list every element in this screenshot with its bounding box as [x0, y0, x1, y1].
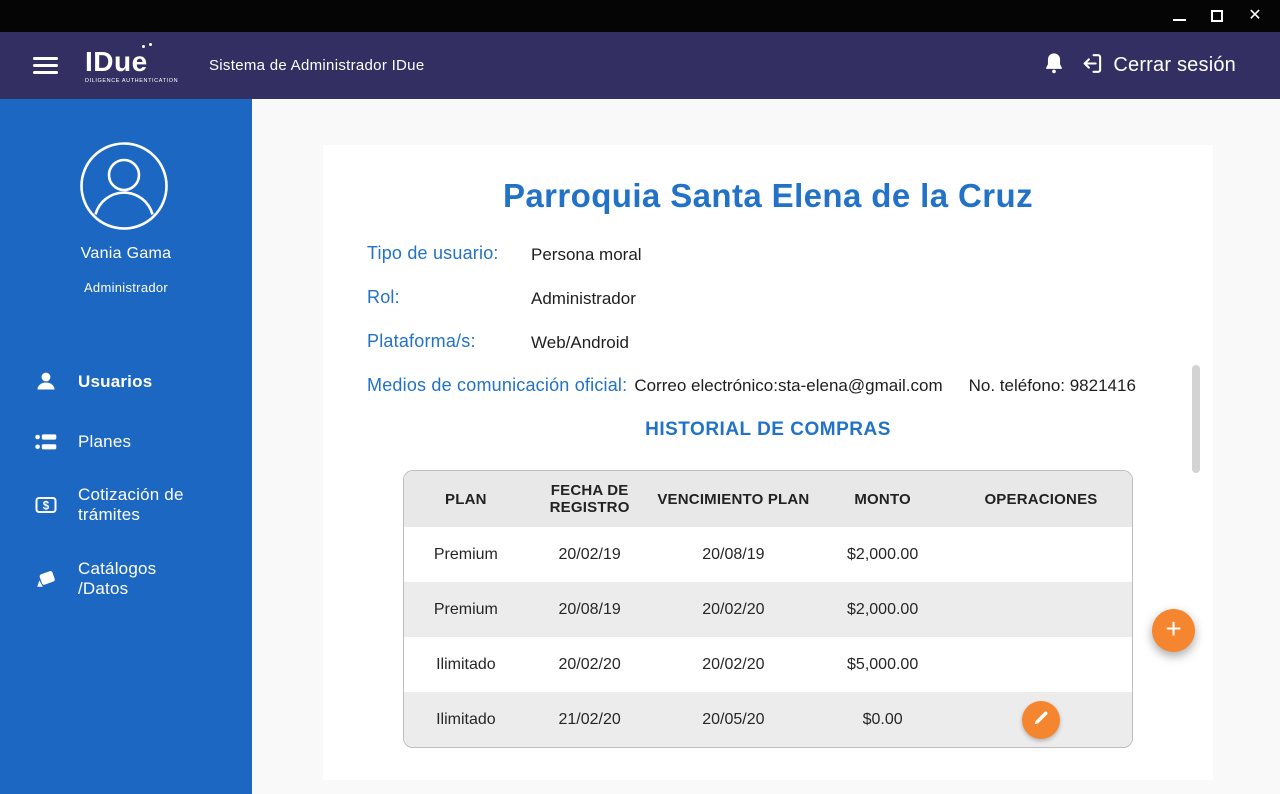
logout-label: Cerrar sesión	[1113, 54, 1236, 76]
svg-text:$: $	[43, 500, 50, 512]
detail-label: Rol:	[367, 287, 400, 307]
app-title: Sistema de Administrador IDue	[209, 57, 425, 74]
cell-registro: 20/02/20	[558, 655, 621, 673]
table-row: Premium 20/08/19 20/02/20 $2,000.00	[404, 582, 1132, 637]
detail-row-rol: Rol: Administrador	[323, 287, 1213, 313]
logout-icon	[1080, 51, 1105, 81]
logo-trademark-dot	[148, 42, 152, 46]
detail-value-email: Correo electrónico:sta-elena@gmail.com	[634, 376, 943, 395]
cell-operaciones	[950, 527, 1132, 582]
user-detail-card: Parroquia Santa Elena de la Cruz Tipo de…	[323, 145, 1213, 780]
sidebar-item-label: Planes	[78, 432, 132, 451]
table-header-row: PLAN FECHA DE REGISTRO VENCIMIENTO PLAN …	[404, 471, 1132, 527]
page-title: Parroquia Santa Elena de la Cruz	[503, 177, 1033, 214]
cell-operaciones	[950, 637, 1132, 692]
table-row: Ilimitado 21/02/20 20/05/20 $0.00	[404, 692, 1132, 747]
main-content: Parroquia Santa Elena de la Cruz Tipo de…	[252, 99, 1280, 794]
section-title: HISTORIAL DE COMPRAS	[645, 419, 891, 440]
detail-row-tipo: Tipo de usuario: Persona moral	[323, 243, 1213, 269]
logo-dot	[141, 44, 145, 48]
cell-plan: Ilimitado	[436, 710, 496, 728]
detail-value: Administrador	[531, 289, 636, 308]
cell-monto: $2,000.00	[847, 600, 919, 618]
logo-text: IDue	[85, 42, 152, 76]
sidebar: Vania Gama Administrador Usuarios Planes	[0, 99, 252, 794]
app-logo: IDue DILIGENCE AUTHENTICATION	[85, 42, 179, 84]
cell-plan: Premium	[433, 545, 498, 563]
plans-icon	[33, 429, 59, 455]
users-icon	[33, 369, 59, 395]
minimize-icon	[1172, 19, 1186, 21]
bell-icon	[1043, 51, 1065, 80]
column-header: OPERACIONES	[984, 490, 1098, 508]
sidebar-item-label: Usuarios	[78, 372, 153, 391]
profile-name: Vania Gama	[80, 245, 172, 262]
sidebar-item-catalogos[interactable]: Catálogos /Datos	[0, 559, 252, 599]
sidebar-item-cotizacion[interactable]: $ Cotización de trámites	[0, 485, 252, 525]
hamburger-icon	[33, 57, 58, 60]
quote-icon: $	[33, 492, 59, 518]
cell-vencimiento: 20/08/19	[702, 545, 765, 563]
maximize-button[interactable]	[1206, 5, 1228, 27]
minimize-button[interactable]	[1168, 5, 1190, 27]
sidebar-item-usuarios[interactable]: Usuarios	[0, 369, 252, 395]
os-titlebar: ✕	[0, 0, 1280, 32]
cell-operaciones	[950, 692, 1132, 747]
column-header: VENCIMIENTO PLAN	[657, 490, 810, 508]
detail-row-medios: Medios de comunicación oficial: Correo e…	[323, 375, 1213, 401]
avatar	[79, 141, 169, 231]
maximize-icon	[1211, 10, 1223, 22]
column-header: PLAN	[445, 490, 487, 508]
cell-vencimiento: 20/02/20	[702, 600, 765, 618]
cell-registro: 20/02/19	[558, 545, 621, 563]
hamburger-icon	[33, 71, 58, 74]
card-scrollbar-thumb[interactable]	[1192, 365, 1200, 473]
close-icon: ✕	[1248, 7, 1262, 24]
cell-plan: Ilimitado	[436, 655, 496, 673]
window-controls: ✕	[1168, 5, 1280, 27]
cell-vencimiento: 20/05/20	[702, 710, 765, 728]
user-avatar-icon	[80, 142, 168, 230]
table-row: Ilimitado 20/02/20 20/02/20 $5,000.00	[404, 637, 1132, 692]
table-row: Premium 20/02/19 20/08/19 $2,000.00	[404, 527, 1132, 582]
sidebar-item-planes[interactable]: Planes	[0, 429, 252, 455]
add-purchase-button[interactable]: +	[1152, 609, 1195, 652]
sidebar-item-label: Cotización de trámites	[78, 485, 184, 524]
cell-registro: 20/08/19	[558, 600, 621, 618]
cell-monto: $0.00	[862, 710, 903, 728]
detail-value: Web/Android	[531, 333, 629, 352]
detail-row-plataforma: Plataforma/s: Web/Android	[323, 331, 1213, 357]
hamburger-icon	[33, 64, 58, 67]
hamburger-menu-button[interactable]	[33, 53, 58, 78]
edit-purchase-button[interactable]	[1021, 700, 1060, 739]
cell-registro: 21/02/20	[558, 710, 621, 728]
detail-value: Persona moral	[531, 245, 642, 264]
column-header: FECHA DE REGISTRO	[549, 482, 630, 516]
close-button[interactable]: ✕	[1244, 5, 1266, 27]
cell-monto: $5,000.00	[847, 655, 919, 673]
cell-vencimiento: 20/02/20	[702, 655, 765, 673]
detail-label: Tipo de usuario:	[367, 243, 499, 263]
logo-subtitle: DILIGENCE AUTHENTICATION	[85, 77, 179, 84]
cell-operaciones	[950, 582, 1132, 637]
notifications-button[interactable]	[1041, 53, 1067, 79]
pencil-icon	[1031, 708, 1051, 731]
purchase-history-table: PLAN FECHA DE REGISTRO VENCIMIENTO PLAN …	[403, 470, 1133, 748]
sidebar-item-label: Catálogos /Datos	[78, 559, 157, 598]
catalogs-icon	[33, 566, 59, 592]
detail-label: Medios de comunicación oficial:	[367, 375, 628, 395]
column-header: MONTO	[854, 490, 911, 508]
header-actions: Cerrar sesión	[1041, 51, 1280, 81]
cell-plan: Premium	[433, 600, 498, 618]
logout-button[interactable]: Cerrar sesión	[1080, 51, 1236, 81]
profile-role: Administrador	[83, 280, 169, 295]
cell-monto: $2,000.00	[847, 545, 919, 563]
app-header: IDue DILIGENCE AUTHENTICATION Sistema de…	[0, 32, 1280, 99]
plus-icon: +	[1165, 613, 1182, 644]
detail-value-phone: No. teléfono: 9821416	[968, 376, 1136, 395]
detail-label: Plataforma/s:	[367, 331, 476, 351]
